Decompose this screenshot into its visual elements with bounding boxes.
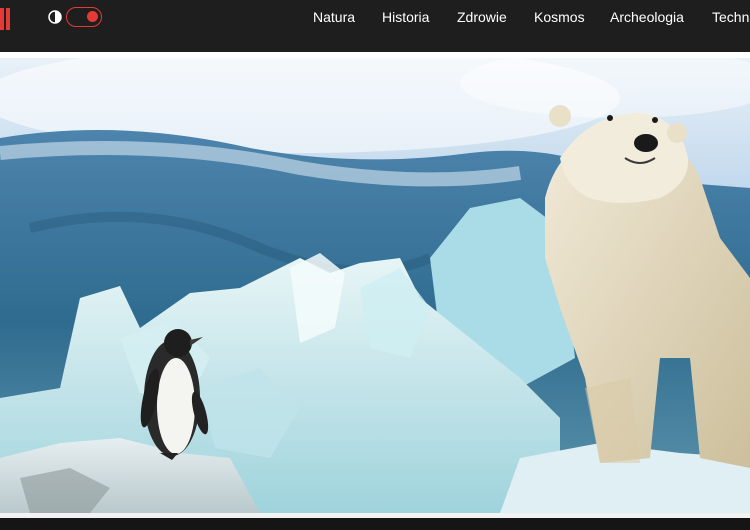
nav-item-historia[interactable]: Historia — [382, 9, 429, 25]
nav-item-kosmos[interactable]: Kosmos — [534, 9, 585, 25]
top-navigation-bar: Natura Historia Zdrowie Kosmos Archeolog… — [0, 0, 750, 52]
nav-item-archeologia[interactable]: Archeologia — [610, 9, 684, 25]
hero-illustration — [0, 58, 750, 513]
nav-item-technologia[interactable]: Techn — [712, 9, 749, 25]
hero-image[interactable] — [0, 58, 750, 513]
bottom-bar — [0, 518, 750, 530]
nav-item-zdrowie[interactable]: Zdrowie — [457, 9, 507, 25]
nav-item-natura[interactable]: Natura — [313, 9, 355, 25]
main-nav: Natura Historia Zdrowie Kosmos Archeolog… — [0, 0, 750, 35]
